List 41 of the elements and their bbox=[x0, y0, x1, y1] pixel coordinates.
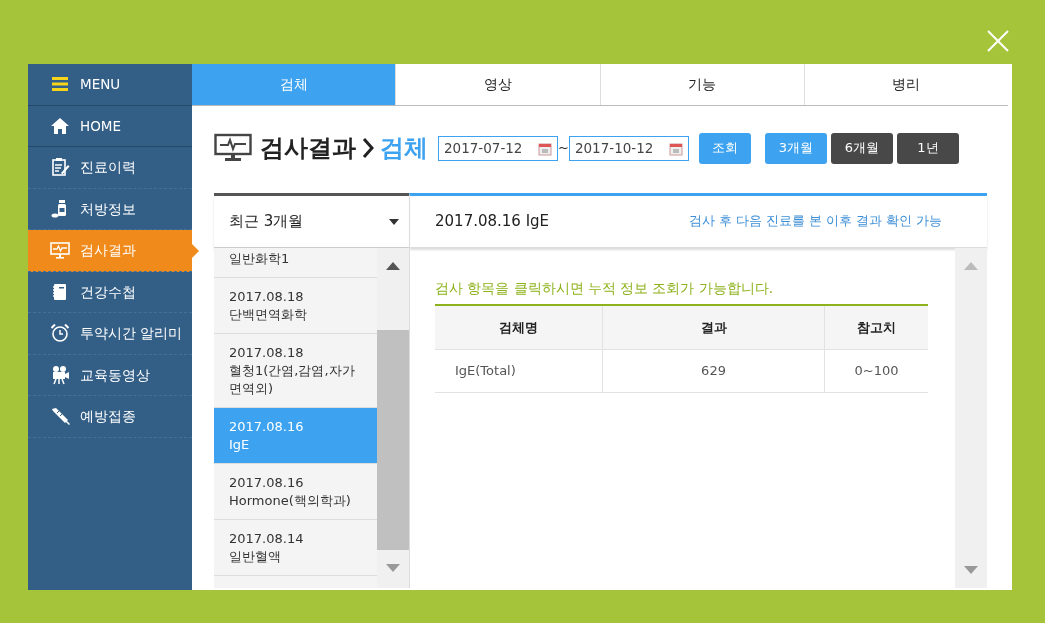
date-field[interactable]: 2017-10-12 bbox=[568, 135, 689, 161]
alarm-clock-icon bbox=[50, 323, 70, 344]
date-separator: ~ bbox=[558, 139, 569, 158]
clipboard-icon bbox=[50, 157, 70, 178]
menu-label: MENU bbox=[80, 75, 121, 95]
result-title: 2017.08.16 IgE bbox=[435, 211, 550, 233]
sidebar-item[interactable]: 진료이력 bbox=[28, 147, 192, 189]
monitor-icon bbox=[214, 133, 252, 163]
notice-text: 검사 후 다음 진료를 본 이후 결과 확인 가능 bbox=[689, 212, 942, 231]
date-field[interactable]: 2017-07-12 bbox=[438, 135, 558, 161]
scroll-up-icon bbox=[386, 262, 400, 270]
scroll-down-icon bbox=[964, 566, 978, 574]
period-button[interactable]: 1년 bbox=[896, 132, 959, 164]
monitor-icon bbox=[50, 240, 70, 261]
close-icon[interactable] bbox=[986, 29, 1010, 53]
sidebar-item[interactable]: HOME bbox=[28, 105, 192, 147]
scroll-up-icon bbox=[964, 262, 978, 270]
scrollbar[interactable] bbox=[377, 248, 409, 588]
column-header: 결과 bbox=[602, 305, 825, 350]
caret-icon bbox=[389, 218, 399, 225]
chevron-icon bbox=[362, 137, 374, 159]
period-button[interactable]: 6개월 bbox=[830, 132, 893, 164]
breadcrumb-current: 검체 bbox=[380, 133, 428, 164]
sidebar-item[interactable]: 투약시간 알리미 bbox=[28, 313, 192, 355]
scrollbar[interactable] bbox=[955, 248, 987, 588]
calendar-icon bbox=[538, 141, 552, 156]
sidebar-item[interactable]: 예방접종 bbox=[28, 396, 192, 438]
table-cell: 629 bbox=[602, 349, 825, 393]
column-header: 검체명 bbox=[435, 305, 603, 350]
scroll-down-icon bbox=[386, 564, 400, 572]
column-header: 참고치 bbox=[824, 305, 928, 350]
movie-camera-icon bbox=[50, 364, 70, 385]
sidebar-item[interactable]: 교육동영상 bbox=[28, 354, 192, 396]
sidebar-item[interactable]: 건강수첩 bbox=[28, 271, 192, 313]
home-icon bbox=[50, 115, 70, 136]
hint-text: 검사 항목을 클릭하시면 누적 정보 조회가 가능합니다. bbox=[435, 279, 775, 298]
syringe-icon bbox=[50, 406, 70, 427]
calendar-icon bbox=[668, 141, 683, 156]
table-cell: IgE(Total) bbox=[435, 349, 603, 393]
page-title: 검사결과 bbox=[260, 133, 356, 164]
period-dropdown[interactable]: 최근 3개월 bbox=[214, 196, 409, 248]
